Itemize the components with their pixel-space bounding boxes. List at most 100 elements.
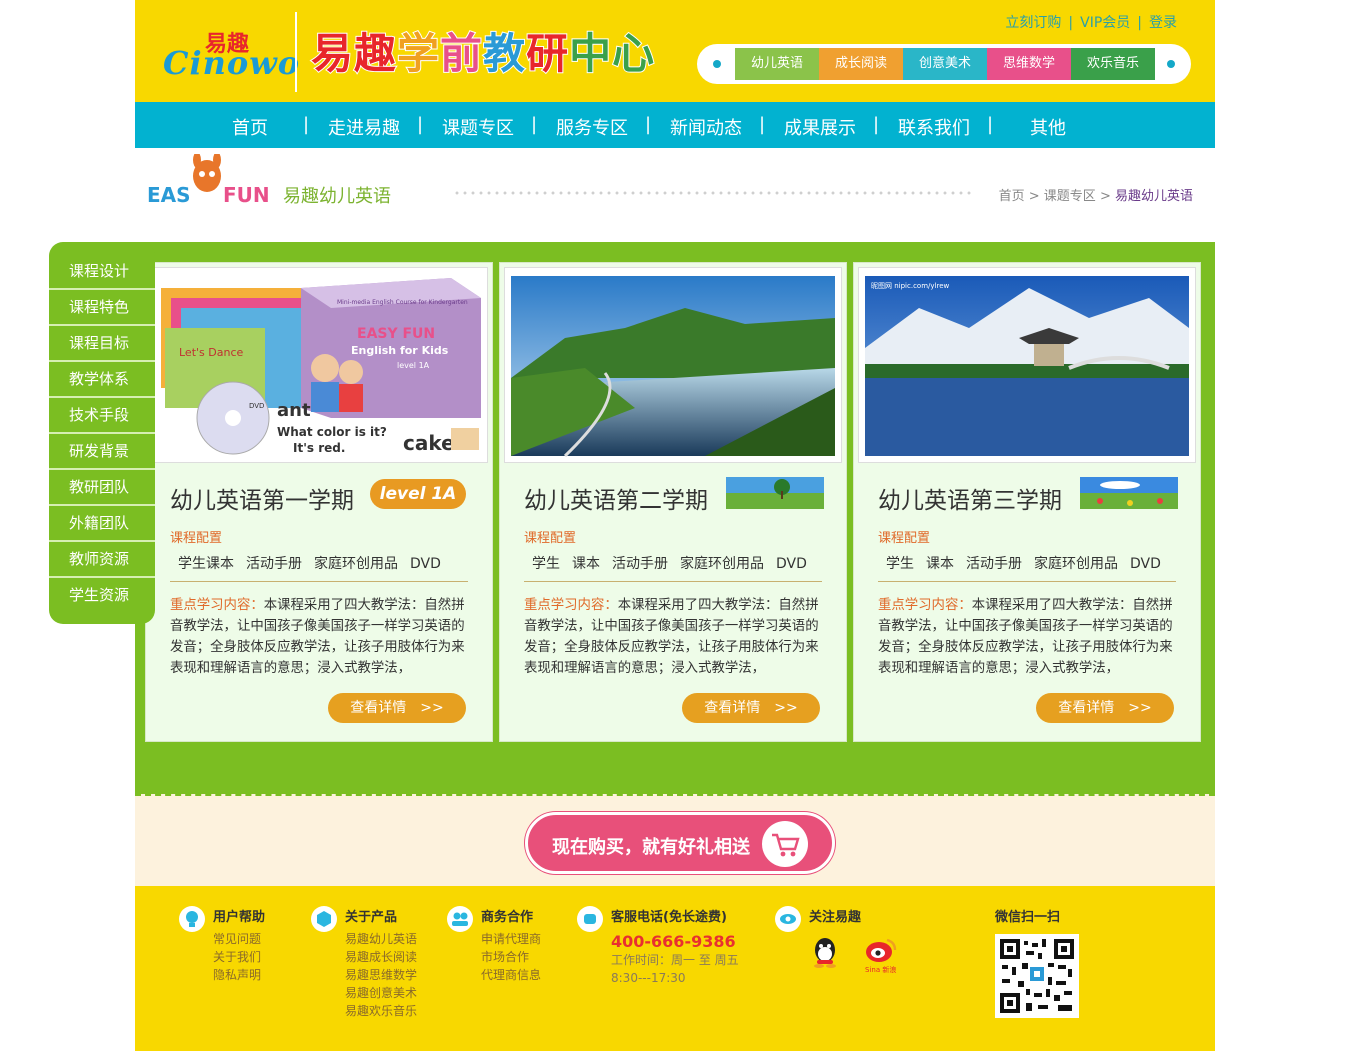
svg-text:EAS: EAS [147,183,191,207]
wechat-title: 微信扫一扫 [995,910,1061,925]
site-title: 易趣学前教研中心 [310,28,656,79]
nav-home[interactable]: 首页 [232,114,268,140]
config-label: 课程配置 [878,531,931,546]
course-card-1: Let's Dance Mini-media English Course fo… [145,262,493,742]
footer-business-title: 商务合作 [481,910,534,925]
course-image-1[interactable]: Let's Dance Mini-media English Course fo… [150,267,488,463]
side-item-goals[interactable]: 课程目标 [49,324,155,358]
weibo-icon[interactable]: Sina 新浪 [863,934,899,978]
footer-link[interactable]: 易趣欢乐音乐 [345,1002,417,1020]
side-item-team[interactable]: 教研团队 [49,468,155,502]
svg-text:ant: ant [277,400,311,421]
nav-other[interactable]: 其他 [1030,114,1066,140]
footer-help: 用户帮助 常见问题 关于我们 隐私声明 [179,906,265,984]
footer-follow: 关注易趣 Sina 新浪 [775,906,896,974]
eye-icon [775,906,801,932]
svg-text:DVD: DVD [249,402,264,410]
course-title[interactable]: 幼儿英语第三学期 [878,481,1062,515]
crumb-home[interactable]: 首页 [999,189,1025,204]
service-hours-time: 8:30---17:30 [611,971,686,985]
config-items: 学生课本活动手册家庭环创用品 DVD [878,553,1176,582]
wechat-qr-code [995,934,1079,1018]
footer-link[interactable]: 常见问题 [213,930,265,948]
nav-contact[interactable]: 联系我们 [898,114,970,140]
nav-results[interactable]: 成果展示 [784,114,856,140]
main-nav: 首页 | 走进易趣 | 课题专区 | 服务专区 | 新闻动态 | 成果展示 | … [135,102,1215,148]
footer: 用户帮助 常见问题 关于我们 隐私声明 关于产品 易趣幼儿英语 易趣成长阅读 易… [135,886,1215,1051]
svg-text:FUN: FUN [223,183,269,207]
dotted-divider [453,191,973,195]
svg-text:Let's Dance: Let's Dance [179,346,243,359]
cat-math[interactable]: 思维数学 [987,48,1071,80]
promo-banner: 现在购买，就有好礼相送 [135,794,1215,886]
vip-link[interactable]: VIP会员 [1080,15,1130,31]
side-item-design[interactable]: 课程设计 [49,254,155,288]
buy-now-button[interactable]: 现在购买，就有好礼相送 [525,812,835,874]
course-title[interactable]: 幼儿英语第一学期 [170,481,354,515]
side-item-tech[interactable]: 技术手段 [49,396,155,430]
desc-label: 重点学习内容： [878,598,972,613]
view-details-button[interactable]: 查看详情 >> [1036,693,1174,723]
qq-icon[interactable] [807,934,843,974]
footer-link[interactable]: 申请代理商 [481,930,541,948]
side-item-features[interactable]: 课程特色 [49,288,155,322]
side-item-teacher[interactable]: 教师资源 [49,540,155,574]
footer-service-title: 客服电话(免长途费) [611,910,727,925]
view-details-button[interactable]: 查看详情 >> [328,693,466,723]
footer-link[interactable]: 易趣创意美术 [345,984,417,1002]
course-image-3[interactable]: 昵图网 nipic.com/ylrew [858,267,1196,463]
footer-link[interactable]: 关于我们 [213,948,265,966]
top-links: 立刻订购 | VIP会员 | 登录 [1005,15,1177,31]
footer-products-title: 关于产品 [345,910,398,925]
config-item: 学生课本 [178,556,234,572]
course-image-2[interactable] [504,267,842,463]
side-item-background[interactable]: 研发背景 [49,432,155,466]
side-item-student[interactable]: 学生资源 [49,576,155,610]
level-badge: level 1A [370,479,466,509]
course-title[interactable]: 幼儿英语第二学期 [524,481,708,515]
footer-service: 客服电话(免长途费) 400-666-9386 工作时间：周一 至 周五 8:3… [577,906,739,987]
footer-link[interactable]: 易趣思维数学 [345,966,417,984]
side-item-foreign-team[interactable]: 外籍团队 [49,504,155,538]
nav-service[interactable]: 服务专区 [556,114,628,140]
meadow-tree-thumbnail [726,477,824,509]
config-label: 课程配置 [524,531,577,546]
course-card-3: 昵图网 nipic.com/ylrew 幼儿英语第三学期 课程配置 学生 课本 活动… [853,262,1201,742]
config-item: DVD [1130,556,1161,572]
promo-text: 现在购买，就有好礼相送 [552,837,750,858]
config-item: 学生 [886,556,914,572]
footer-link[interactable]: 代理商信息 [481,966,541,984]
nav-topics[interactable]: 课题专区 [442,114,514,140]
footer-link[interactable]: 隐私声明 [213,966,265,984]
config-item: DVD [776,556,807,572]
svg-text:Mini-media English Course for: Mini-media English Course for Kindergart… [337,299,468,306]
nav-news[interactable]: 新闻动态 [670,114,742,140]
site-logo[interactable]: 易趣 Cinowo [163,22,299,82]
cat-music[interactable]: 欢乐音乐 [1071,48,1155,80]
cat-english[interactable]: 幼儿英语 [735,48,819,80]
config-item: 课本 [926,556,954,572]
config-item: 活动手册 [246,556,302,572]
config-item: DVD [410,556,441,572]
footer-link[interactable]: 易趣成长阅读 [345,948,417,966]
easyfun-logo: EAS FUN [147,154,269,207]
footer-link[interactable]: 易趣幼儿英语 [345,930,417,948]
category-bar: 幼儿英语 成长阅读 创意美术 思维数学 欢乐音乐 [697,44,1191,84]
breadcrumb: 首页 > 课题专区 > 易趣幼儿英语 [998,189,1193,204]
bar-dot-left [713,60,721,68]
cat-reading[interactable]: 成长阅读 [819,48,903,80]
login-link[interactable]: 登录 [1149,15,1177,31]
svg-text:Sina 新浪: Sina 新浪 [865,965,896,974]
svg-text:What color is it?: What color is it? [277,425,387,439]
crumb-topics[interactable]: 课题专区 [1044,189,1096,204]
service-phone[interactable]: 400-666-9386 [611,932,739,951]
order-link[interactable]: 立刻订购 [1005,15,1061,31]
svg-text:English for Kids: English for Kids [351,344,449,357]
view-details-button[interactable]: 查看详情 >> [682,693,820,723]
course-description: 重点学习内容：本课程采用了四大教学法：自然拼音教学法，让中国孩子像美国孩子一样学… [170,595,470,679]
cat-art[interactable]: 创意美术 [903,48,987,80]
nav-about[interactable]: 走进易趣 [328,114,400,140]
side-item-system[interactable]: 教学体系 [49,360,155,394]
config-label: 课程配置 [170,531,223,546]
footer-link[interactable]: 市场合作 [481,948,541,966]
